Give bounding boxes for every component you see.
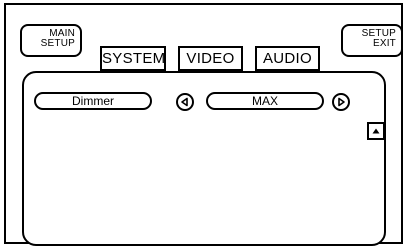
next-value-button[interactable] — [332, 93, 350, 111]
dimmer-value-field[interactable]: MAX — [206, 92, 324, 110]
tab-audio[interactable]: AUDIO — [255, 46, 320, 71]
previous-value-button[interactable] — [176, 93, 194, 111]
dimmer-setting-label[interactable]: Dimmer — [34, 92, 152, 110]
tab-video[interactable]: VIDEO — [178, 46, 243, 71]
tab-system[interactable]: SYSTEM — [100, 46, 166, 71]
triangle-left-icon — [181, 97, 188, 107]
setup-exit-line2: EXIT — [372, 38, 396, 49]
triangle-right-icon — [338, 97, 345, 107]
main-setup-button[interactable]: MAIN SETUP — [20, 24, 82, 57]
setup-exit-button[interactable]: SETUP EXIT — [341, 24, 403, 57]
main-setup-line2: SETUP — [40, 38, 75, 49]
scroll-up-button[interactable] — [367, 122, 385, 140]
triangle-up-icon — [372, 128, 380, 134]
